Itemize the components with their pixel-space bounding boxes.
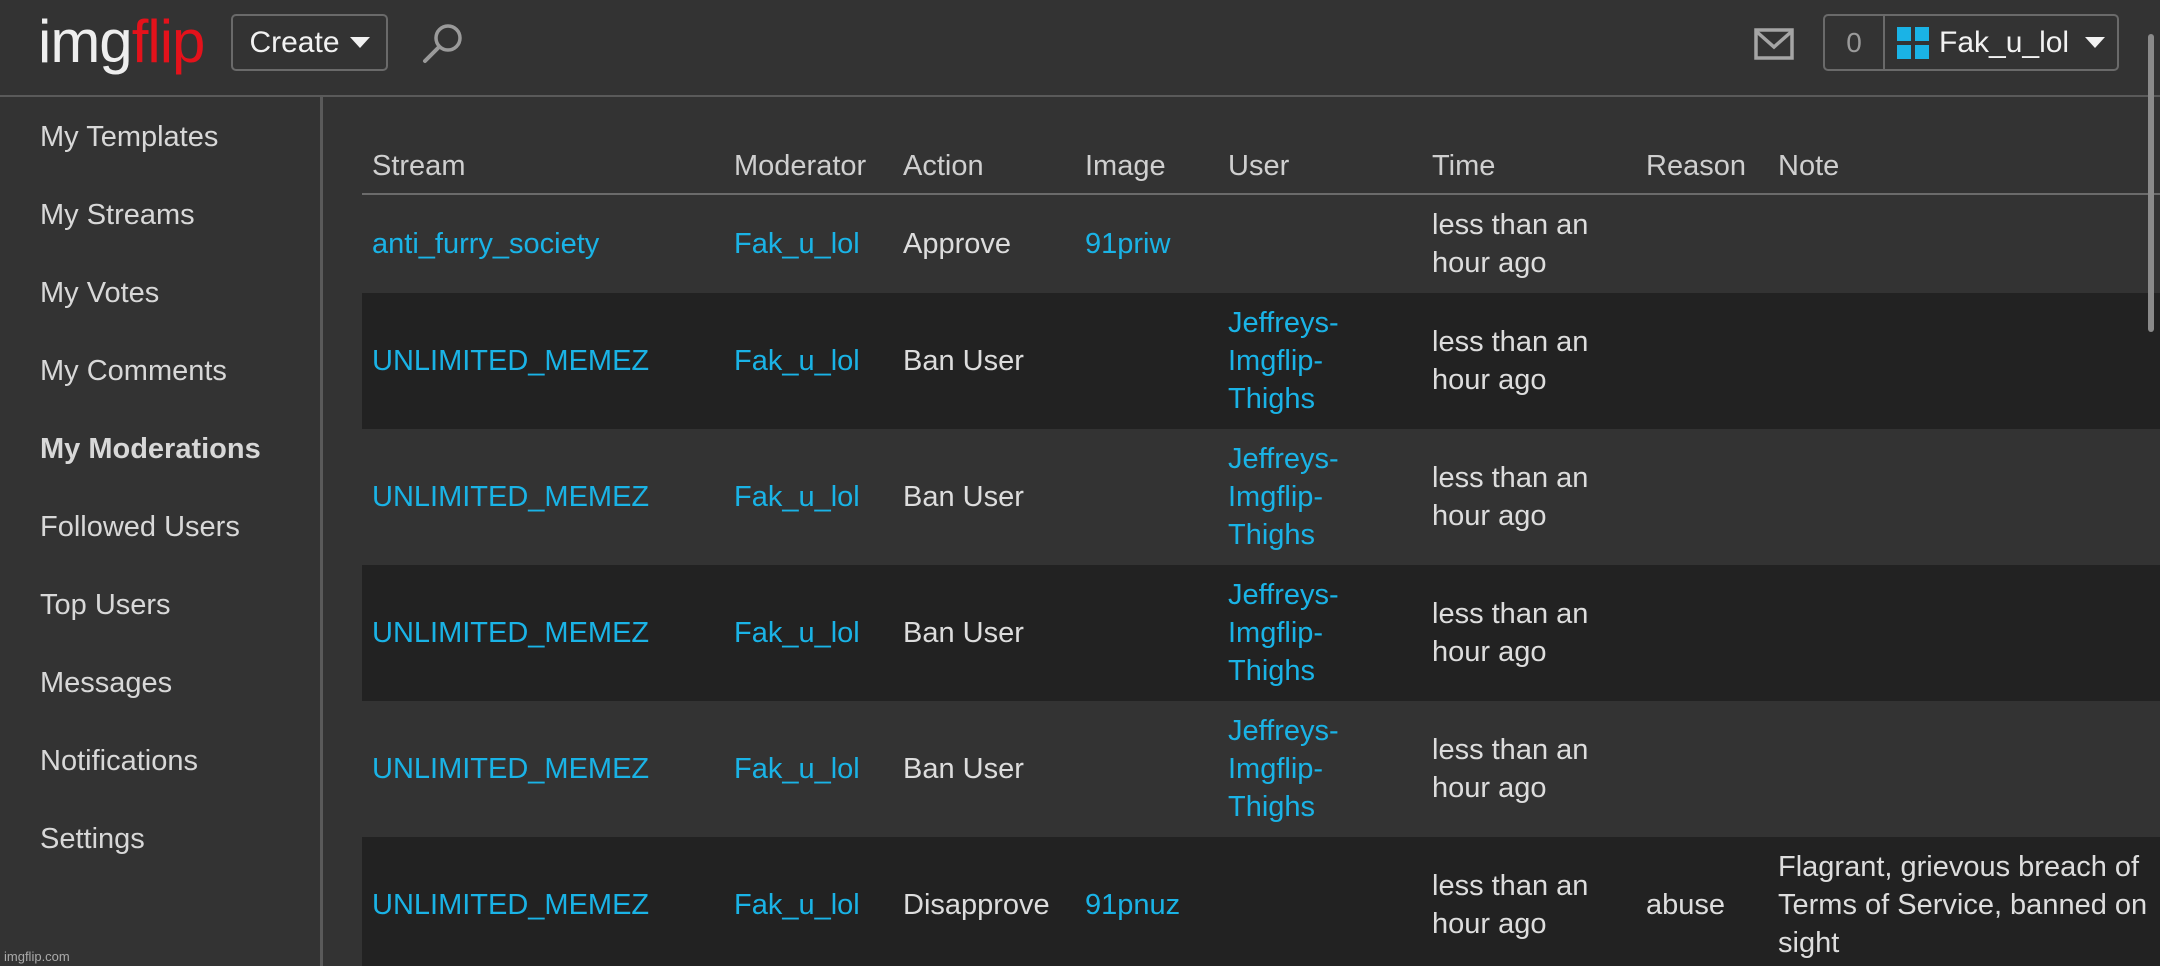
col-header-time: Time xyxy=(1422,139,1636,195)
image-link[interactable]: 91priw xyxy=(1085,228,1170,260)
action-cell: Ban User xyxy=(893,701,1075,837)
time-cell: less than an hour ago xyxy=(1422,293,1636,429)
sidebar-item-my-streams[interactable]: My Streams xyxy=(40,199,195,232)
stream-link[interactable]: UNLIMITED_MEMEZ xyxy=(372,753,649,785)
sidebar: My Templates My Streams My Votes My Comm… xyxy=(0,97,323,966)
time-cell: less than an hour ago xyxy=(1422,194,1636,293)
user-box: 0 Fak_u_lol xyxy=(1823,14,2119,71)
reason-cell xyxy=(1636,293,1768,429)
action-cell: Approve xyxy=(893,194,1075,293)
col-header-image: Image xyxy=(1075,139,1218,195)
moderator-link[interactable]: Fak_u_lol xyxy=(734,753,860,785)
chevron-down-icon xyxy=(2085,37,2106,48)
action-cell: Ban User xyxy=(893,429,1075,565)
action-cell: Disapprove xyxy=(893,837,1075,966)
user-avatar-grid-icon xyxy=(1897,26,1929,59)
sidebar-item-followed-users[interactable]: Followed Users xyxy=(40,511,240,544)
notification-count[interactable]: 0 xyxy=(1825,16,1885,69)
time-cell: less than an hour ago xyxy=(1422,837,1636,966)
table-row: UNLIMITED_MEMEZ Fak_u_lol Ban User Jeffr… xyxy=(362,293,2160,429)
reason-cell: abuse xyxy=(1636,837,1768,966)
reason-cell xyxy=(1636,429,1768,565)
note-cell xyxy=(1768,701,2160,837)
search-icon[interactable] xyxy=(420,22,466,64)
username-label: Fak_u_lol xyxy=(1939,25,2070,59)
chevron-down-icon xyxy=(349,37,370,48)
logo-text-img: img xyxy=(38,8,133,75)
note-cell xyxy=(1768,293,2160,429)
col-header-moderator: Moderator xyxy=(724,139,893,195)
moderator-link[interactable]: Fak_u_lol xyxy=(734,617,860,649)
col-header-action: Action xyxy=(893,139,1075,195)
time-cell: less than an hour ago xyxy=(1422,429,1636,565)
note-cell xyxy=(1768,565,2160,701)
col-header-stream: Stream xyxy=(362,139,724,195)
col-header-user: User xyxy=(1218,139,1422,195)
table-row: UNLIMITED_MEMEZ Fak_u_lol Disapprove 91p… xyxy=(362,837,2160,966)
imgflip-logo[interactable]: imgflip xyxy=(38,6,206,78)
sidebar-item-top-users[interactable]: Top Users xyxy=(40,589,171,622)
moderator-link[interactable]: Fak_u_lol xyxy=(734,889,860,921)
create-label: Create xyxy=(249,25,340,59)
user-link[interactable]: Jeffreys- Imgflip- Thighs xyxy=(1228,715,1339,823)
table-row: UNLIMITED_MEMEZ Fak_u_lol Ban User Jeffr… xyxy=(362,701,2160,837)
stream-link[interactable]: UNLIMITED_MEMEZ xyxy=(372,345,649,377)
watermark: imgflip.com xyxy=(4,949,70,964)
vertical-scrollbar[interactable] xyxy=(2148,34,2154,332)
moderations-table: Stream Moderator Action Image User Time … xyxy=(362,139,2160,966)
time-cell: less than an hour ago xyxy=(1422,701,1636,837)
logo-text-flip: flip xyxy=(131,8,206,75)
moderator-link[interactable]: Fak_u_lol xyxy=(734,345,860,377)
action-cell: Ban User xyxy=(893,565,1075,701)
table-row: UNLIMITED_MEMEZ Fak_u_lol Ban User Jeffr… xyxy=(362,565,2160,701)
sidebar-item-messages[interactable]: Messages xyxy=(40,667,172,700)
user-link[interactable]: Jeffreys- Imgflip- Thighs xyxy=(1228,443,1339,551)
table-row: UNLIMITED_MEMEZ Fak_u_lol Ban User Jeffr… xyxy=(362,429,2160,565)
note-cell: Flagrant, grievous breach of Terms of Se… xyxy=(1768,837,2160,966)
user-link[interactable]: Jeffreys- Imgflip- Thighs xyxy=(1228,307,1339,415)
note-cell xyxy=(1768,429,2160,565)
moderations-panel: Stream Moderator Action Image User Time … xyxy=(362,97,2160,966)
time-cell: less than an hour ago xyxy=(1422,565,1636,701)
table-header-row: Stream Moderator Action Image User Time … xyxy=(362,139,2160,195)
sidebar-item-notifications[interactable]: Notifications xyxy=(40,745,198,778)
col-header-reason: Reason xyxy=(1636,139,1768,195)
stream-link[interactable]: anti_furry_society xyxy=(372,228,599,260)
moderator-link[interactable]: Fak_u_lol xyxy=(734,481,860,513)
stream-link[interactable]: UNLIMITED_MEMEZ xyxy=(372,889,649,921)
sidebar-item-my-votes[interactable]: My Votes xyxy=(40,277,159,310)
action-cell: Ban User xyxy=(893,293,1075,429)
reason-cell xyxy=(1636,194,1768,293)
table-row: anti_furry_society Fak_u_lol Approve 91p… xyxy=(362,194,2160,293)
col-header-note: Note xyxy=(1768,139,2160,195)
sidebar-item-my-comments[interactable]: My Comments xyxy=(40,355,227,388)
stream-link[interactable]: UNLIMITED_MEMEZ xyxy=(372,481,649,513)
image-link[interactable]: 91pnuz xyxy=(1085,889,1180,921)
user-menu-button[interactable]: Fak_u_lol xyxy=(1885,16,2117,69)
note-cell xyxy=(1768,194,2160,293)
user-link[interactable]: Jeffreys- Imgflip- Thighs xyxy=(1228,579,1339,687)
sidebar-item-my-moderations[interactable]: My Moderations xyxy=(40,433,261,466)
sidebar-item-settings[interactable]: Settings xyxy=(40,823,145,856)
create-button[interactable]: Create xyxy=(231,14,388,71)
sidebar-item-my-templates[interactable]: My Templates xyxy=(40,121,218,154)
stream-link[interactable]: UNLIMITED_MEMEZ xyxy=(372,617,649,649)
moderator-link[interactable]: Fak_u_lol xyxy=(734,228,860,260)
reason-cell xyxy=(1636,701,1768,837)
reason-cell xyxy=(1636,565,1768,701)
top-nav: imgflip Create 0 Fak_u_lol xyxy=(0,0,2160,97)
mail-icon[interactable] xyxy=(1754,28,1794,60)
